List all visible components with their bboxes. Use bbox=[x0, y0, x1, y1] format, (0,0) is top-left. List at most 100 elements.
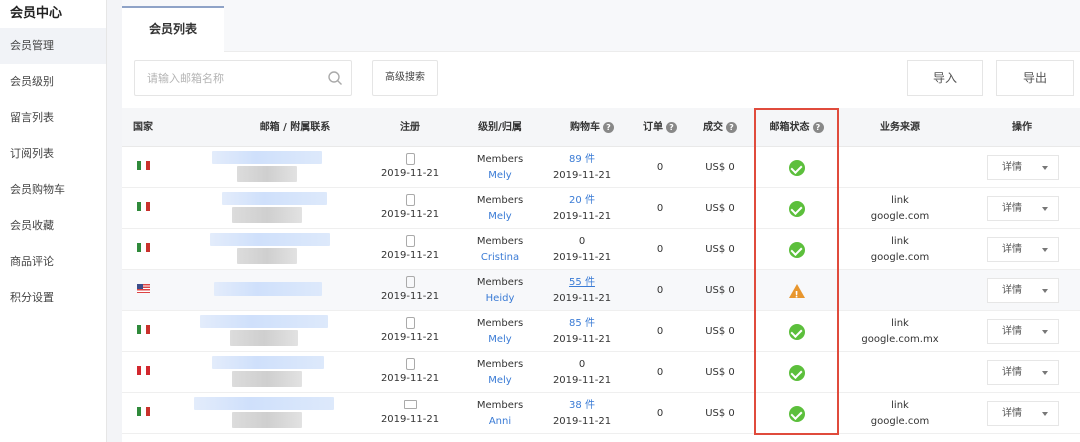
chevron-down-icon bbox=[1042, 207, 1048, 211]
search-input[interactable] bbox=[135, 61, 323, 95]
sidebar-item-2[interactable]: 留言列表 bbox=[0, 100, 106, 136]
redacted-email bbox=[194, 397, 334, 410]
cart-date: 2019-11-21 bbox=[552, 333, 612, 345]
owner-link[interactable]: Cristina bbox=[481, 250, 519, 266]
member-level: Members bbox=[476, 194, 524, 206]
chevron-down-icon bbox=[1042, 371, 1048, 375]
mobile-icon bbox=[405, 276, 415, 288]
source-cell: link google.com.mx bbox=[840, 311, 960, 352]
details-label: 详情 bbox=[1002, 162, 1022, 173]
owner-link[interactable]: Mely bbox=[488, 209, 511, 225]
orders-cell: 0 bbox=[656, 325, 664, 337]
details-dropdown[interactable]: 详情 bbox=[987, 319, 1059, 344]
owner-link[interactable]: Mely bbox=[488, 332, 511, 348]
cart-count[interactable]: 38 件 bbox=[569, 398, 595, 414]
cart-cell: 85 件 2019-11-21 bbox=[542, 311, 622, 352]
sidebar-item-6[interactable]: 商品评论 bbox=[0, 244, 106, 280]
col-cart: 购物车? bbox=[542, 108, 642, 147]
help-icon[interactable]: ? bbox=[812, 121, 824, 133]
sidebar-item-1[interactable]: 会员级别 bbox=[0, 64, 106, 100]
member-level: Members bbox=[476, 153, 524, 165]
tab-member-list[interactable]: 会员列表 bbox=[122, 6, 224, 53]
status-ok-icon bbox=[788, 323, 805, 340]
owner-link[interactable]: Anni bbox=[489, 414, 511, 430]
orders-cell: 0 bbox=[656, 243, 664, 255]
help-icon[interactable]: ? bbox=[603, 121, 614, 133]
cart-date: 2019-11-21 bbox=[552, 169, 612, 181]
cart-date: 2019-11-21 bbox=[552, 415, 612, 427]
register-date: 2019-11-21 bbox=[380, 209, 440, 220]
mobile-icon bbox=[405, 358, 415, 370]
level-cell: Members Heidy bbox=[460, 270, 540, 311]
advanced-search-button[interactable]: 高级搜索 bbox=[372, 60, 438, 96]
cart-count[interactable]: 55 件 bbox=[569, 275, 595, 291]
details-dropdown[interactable]: 详情 bbox=[987, 196, 1059, 221]
export-button[interactable]: 导出 bbox=[996, 60, 1074, 96]
cart-cell: 38 件 2019-11-21 bbox=[542, 393, 622, 434]
register-date: 2019-11-21 bbox=[380, 413, 440, 425]
status-warning-icon: ! bbox=[788, 283, 805, 300]
mobile-icon bbox=[405, 153, 415, 165]
details-label: 详情 bbox=[1002, 326, 1022, 337]
orders-cell: 0 bbox=[656, 284, 664, 296]
member-level: Members bbox=[476, 399, 524, 411]
cart-count[interactable]: 20 件 bbox=[569, 193, 595, 209]
redacted-email bbox=[232, 412, 302, 428]
email-status-cell bbox=[754, 311, 839, 352]
redacted-email bbox=[222, 192, 327, 205]
sidebar-title: 会员中心 bbox=[10, 6, 63, 21]
table-header: 国家 邮箱 / 附属联系 注册 级别/归属 购物车? 订单? 成交? 邮箱状态?… bbox=[122, 108, 1080, 147]
desktop-icon bbox=[403, 399, 417, 409]
sidebar-item-7[interactable]: 积分设置 bbox=[0, 280, 106, 316]
source-cell: link google.com bbox=[840, 229, 960, 270]
help-icon[interactable]: ? bbox=[726, 121, 737, 133]
col-deals: 成交? bbox=[688, 108, 752, 147]
details-label: 详情 bbox=[1002, 285, 1022, 296]
register-date: 2019-11-21 bbox=[380, 332, 440, 343]
sidebar-item-4[interactable]: 会员购物车 bbox=[0, 172, 106, 208]
owner-link[interactable]: Mely bbox=[488, 373, 511, 389]
deals-cell: US$ 0 bbox=[705, 161, 735, 173]
email-status-cell bbox=[754, 188, 839, 229]
orders-cell: 0 bbox=[656, 366, 664, 378]
redacted-email bbox=[212, 356, 324, 369]
owner-link[interactable]: Heidy bbox=[486, 291, 515, 307]
register-date: 2019-11-21 bbox=[380, 168, 440, 179]
details-dropdown[interactable]: 详情 bbox=[987, 278, 1059, 303]
owner-link[interactable]: Mely bbox=[488, 168, 511, 184]
import-button[interactable]: 导入 bbox=[907, 60, 983, 96]
cart-count[interactable]: 85 件 bbox=[569, 316, 595, 332]
tab-bar: 会员列表 bbox=[122, 0, 1080, 53]
cart-count[interactable]: 89 件 bbox=[569, 152, 595, 168]
email-status-cell bbox=[754, 229, 839, 270]
details-label: 详情 bbox=[1002, 244, 1022, 255]
search-icon[interactable] bbox=[327, 70, 343, 86]
mobile-icon bbox=[405, 317, 415, 329]
register-date: 2019-11-21 bbox=[380, 250, 440, 261]
sidebar-item-0[interactable]: 会员管理 bbox=[0, 28, 106, 64]
sidebar-item-3[interactable]: 订阅列表 bbox=[0, 136, 106, 172]
chevron-down-icon bbox=[1042, 412, 1048, 416]
member-level: Members bbox=[476, 317, 524, 329]
mobile-icon bbox=[405, 194, 415, 206]
flag-icon bbox=[137, 366, 150, 375]
level-cell: Members Mely bbox=[460, 352, 540, 393]
col-register: 注册 bbox=[400, 122, 420, 133]
flag-icon bbox=[137, 284, 150, 293]
details-dropdown[interactable]: 详情 bbox=[987, 237, 1059, 262]
cart-count: 0 bbox=[578, 235, 586, 247]
col-orders: 订单? bbox=[630, 108, 690, 147]
deals-cell: US$ 0 bbox=[705, 284, 735, 296]
details-dropdown[interactable]: 详情 bbox=[987, 155, 1059, 180]
details-dropdown[interactable]: 详情 bbox=[987, 360, 1059, 385]
cart-cell: 89 件 2019-11-21 bbox=[542, 147, 622, 188]
member-level: Members bbox=[476, 276, 524, 288]
register-cell: 2019-11-21 bbox=[370, 352, 450, 393]
sidebar-item-5[interactable]: 会员收藏 bbox=[0, 208, 106, 244]
help-icon[interactable]: ? bbox=[666, 121, 677, 133]
app: 会员中心 会员管理 会员级别 留言列表 订阅列表 会员购物车 会员收藏 商品评论 积分设置 会… bbox=[0, 0, 1080, 442]
source-domain: google.com bbox=[870, 251, 930, 263]
flag-icon bbox=[137, 243, 150, 252]
details-dropdown[interactable]: 详情 bbox=[987, 401, 1059, 426]
register-cell: 2019-11-21 bbox=[370, 270, 450, 311]
